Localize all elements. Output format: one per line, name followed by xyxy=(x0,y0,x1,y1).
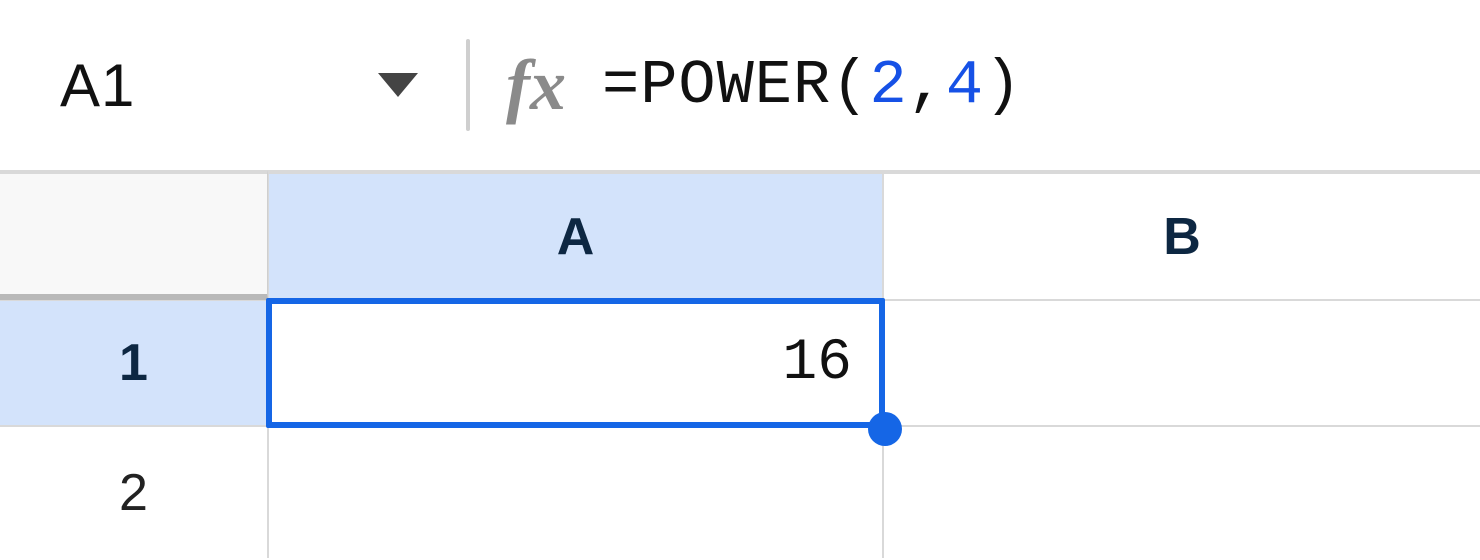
cell-a2[interactable] xyxy=(268,426,883,558)
formula-arg1: 2 xyxy=(869,50,907,121)
cell-b2[interactable] xyxy=(883,426,1480,558)
row-header-label: 2 xyxy=(119,463,148,523)
formula-suffix: ) xyxy=(984,50,1022,121)
select-all-corner[interactable] xyxy=(0,170,268,300)
formula-input[interactable]: =POWER(2,4) xyxy=(602,50,1022,121)
name-box[interactable]: A1 xyxy=(60,0,430,170)
vertical-divider xyxy=(466,39,470,131)
chevron-down-icon[interactable] xyxy=(376,71,420,99)
column-header-b[interactable]: B xyxy=(883,170,1480,300)
formula-bar: A1 fx =POWER(2,4) xyxy=(0,0,1480,170)
column-header-a[interactable]: A xyxy=(268,170,883,300)
column-header-label: B xyxy=(1163,207,1201,267)
grid-row-1: 1 16 xyxy=(0,300,1480,426)
fx-icon[interactable]: fx xyxy=(506,44,566,127)
grid-row-2: 2 xyxy=(0,426,1480,558)
row-header-1[interactable]: 1 xyxy=(0,300,268,426)
column-header-label: A xyxy=(557,207,595,267)
row-header-2[interactable]: 2 xyxy=(0,426,268,558)
spreadsheet-grid: A B 1 16 2 xyxy=(0,170,1480,558)
formula-sep: , xyxy=(908,50,946,121)
cell-a1[interactable]: 16 xyxy=(268,300,883,426)
row-header-label: 1 xyxy=(119,333,148,393)
formula-prefix: =POWER( xyxy=(602,50,869,121)
selection-fill-handle[interactable] xyxy=(868,412,902,446)
formula-arg2: 4 xyxy=(946,50,984,121)
name-box-value: A1 xyxy=(60,51,135,120)
column-header-row: A B xyxy=(0,170,1480,300)
cell-value: 16 xyxy=(782,331,852,396)
cell-b1[interactable] xyxy=(883,300,1480,426)
